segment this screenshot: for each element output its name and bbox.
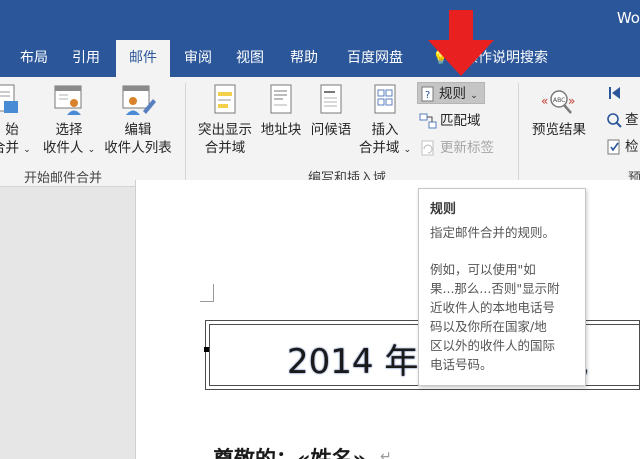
greeting-line-button[interactable]: 问候语 (306, 83, 356, 139)
tooltip-example-line: 例如，可以使用"如 (430, 262, 536, 277)
start-mail-merge-button[interactable]: 始 合并 ⌄ (0, 83, 31, 159)
edit-recipient-list-button[interactable]: 编辑 收件人列表 (102, 83, 174, 157)
start-merge-icon (0, 84, 18, 113)
highlight-fields-label-2: 合并域 (204, 140, 246, 156)
group-separator (185, 83, 186, 183)
check-errors-icon (607, 139, 620, 155)
group-separator (518, 83, 519, 183)
select-recipients-label-1: 选择 (55, 122, 83, 138)
address-block-button[interactable]: 地址块 (258, 83, 304, 139)
match-fields-label: 匹配域 (440, 113, 481, 129)
highlight-fields-label-1: 突出显示 (198, 122, 252, 138)
insert-merge-field-icon (374, 84, 396, 114)
insert-merge-field-label-1: 插入 (371, 122, 399, 138)
match-fields-button[interactable]: 匹配域 (417, 110, 481, 132)
start-merge-label-2: 合并 (0, 140, 19, 156)
page-margin-mark (200, 284, 214, 302)
highlight-merge-fields-button[interactable]: 突出显示 合并域 (193, 83, 257, 157)
update-labels-button[interactable]: 更新标签 (417, 137, 494, 159)
rules-icon: ? (421, 86, 434, 102)
update-labels-icon (421, 140, 434, 156)
check-errors-button[interactable]: 检 (604, 136, 639, 158)
paragraph-mark-icon: ↵ (380, 449, 392, 459)
red-arrow-icon (428, 10, 494, 76)
window-title: Wo (616, 9, 640, 27)
ribbon-tab-bar: 布局 引用 邮件 审阅 视图 帮助 百度网盘 💡 操作说明搜索 (0, 40, 640, 77)
svg-text:?: ? (425, 90, 430, 101)
select-recipients-icon (54, 85, 82, 115)
search-icon (607, 113, 622, 128)
chevron-down-icon: ⌄ (23, 145, 31, 155)
address-block-label: 地址块 (260, 122, 302, 138)
tooltip-example-line: 码以及你所在国家/地 (430, 319, 547, 334)
preview-results-icon: « ABC » (541, 90, 575, 114)
tooltip-example-line: 电话号码。 (430, 357, 493, 372)
tab-view[interactable]: 视图 (228, 40, 272, 77)
rules-button[interactable]: ? 规则 ⌄ (417, 82, 485, 104)
address-block-icon (270, 84, 292, 114)
tab-review[interactable]: 审阅 (176, 40, 220, 77)
greeting-line-icon (320, 84, 342, 114)
start-merge-label-1: 始 (5, 122, 19, 138)
chevron-down-icon: ⌄ (403, 145, 412, 155)
tab-references[interactable]: 引用 (64, 40, 108, 77)
svg-text:»: » (568, 94, 575, 108)
insert-merge-field-label-2: 合并域 (358, 140, 400, 156)
find-recipient-button[interactable]: 查 (604, 109, 639, 131)
tab-baidu-netdisk[interactable]: 百度网盘 (340, 40, 410, 77)
first-record-icon (609, 87, 620, 99)
tab-help[interactable]: 帮助 (282, 40, 326, 77)
find-recipient-label: 查 (625, 112, 639, 128)
svg-text:«: « (541, 94, 548, 108)
group-label-start-mail-merge: 开始邮件合并 (24, 171, 103, 186)
insert-merge-field-button[interactable]: 插入 合并域 ⌄ (356, 83, 414, 159)
edit-recipients-label-1: 编辑 (124, 122, 152, 138)
rules-label: 规则 (439, 86, 466, 102)
chevron-down-icon: ⌄ (470, 91, 478, 101)
svg-text:ABC: ABC (553, 97, 565, 104)
chevron-down-icon: ⌄ (87, 145, 96, 155)
tooltip-example-line: 近收件人的本地电话号 (430, 300, 556, 315)
preview-results-label: 预览结果 (532, 122, 586, 138)
update-labels-label: 更新标签 (440, 140, 494, 156)
first-record-button[interactable] (604, 82, 625, 104)
preview-results-button[interactable]: « ABC » 预览结果 (524, 83, 594, 139)
tab-mailings[interactable]: 邮件 (116, 40, 170, 77)
tooltip-description: 指定邮件合并的规则。 (430, 225, 556, 240)
title-bar: Wo (0, 0, 640, 40)
tooltip-example-line: 区以外的收件人的国际 (430, 338, 556, 353)
check-errors-label: 检 (625, 139, 639, 155)
greeting-line-label: 问候语 (310, 122, 352, 138)
ribbon: 始 合并 ⌄ 选择 收件人 ⌄ 编辑 收件人列表 开始邮件合并 (0, 77, 640, 187)
tooltip-title: 规则 (430, 202, 457, 217)
tab-layout[interactable]: 布局 (12, 40, 56, 77)
select-recipients-button[interactable]: 选择 收件人 ⌄ (38, 83, 100, 159)
match-fields-icon (419, 113, 437, 129)
text-box-handle[interactable] (204, 347, 209, 352)
rules-tooltip: 规则 指定邮件合并的规则。 例如，可以使用"如 果...那么...否则"显示附 … (418, 188, 586, 386)
edit-recipients-icon (122, 85, 156, 115)
highlight-fields-icon (214, 84, 236, 114)
select-recipients-label-2: 收件人 (42, 140, 84, 156)
greeting-line-text: 尊敬的：«姓名» (213, 447, 367, 459)
tooltip-example-line: 果...那么...否则"显示附 (430, 281, 560, 296)
edit-recipients-label-2: 收件人列表 (104, 140, 172, 156)
